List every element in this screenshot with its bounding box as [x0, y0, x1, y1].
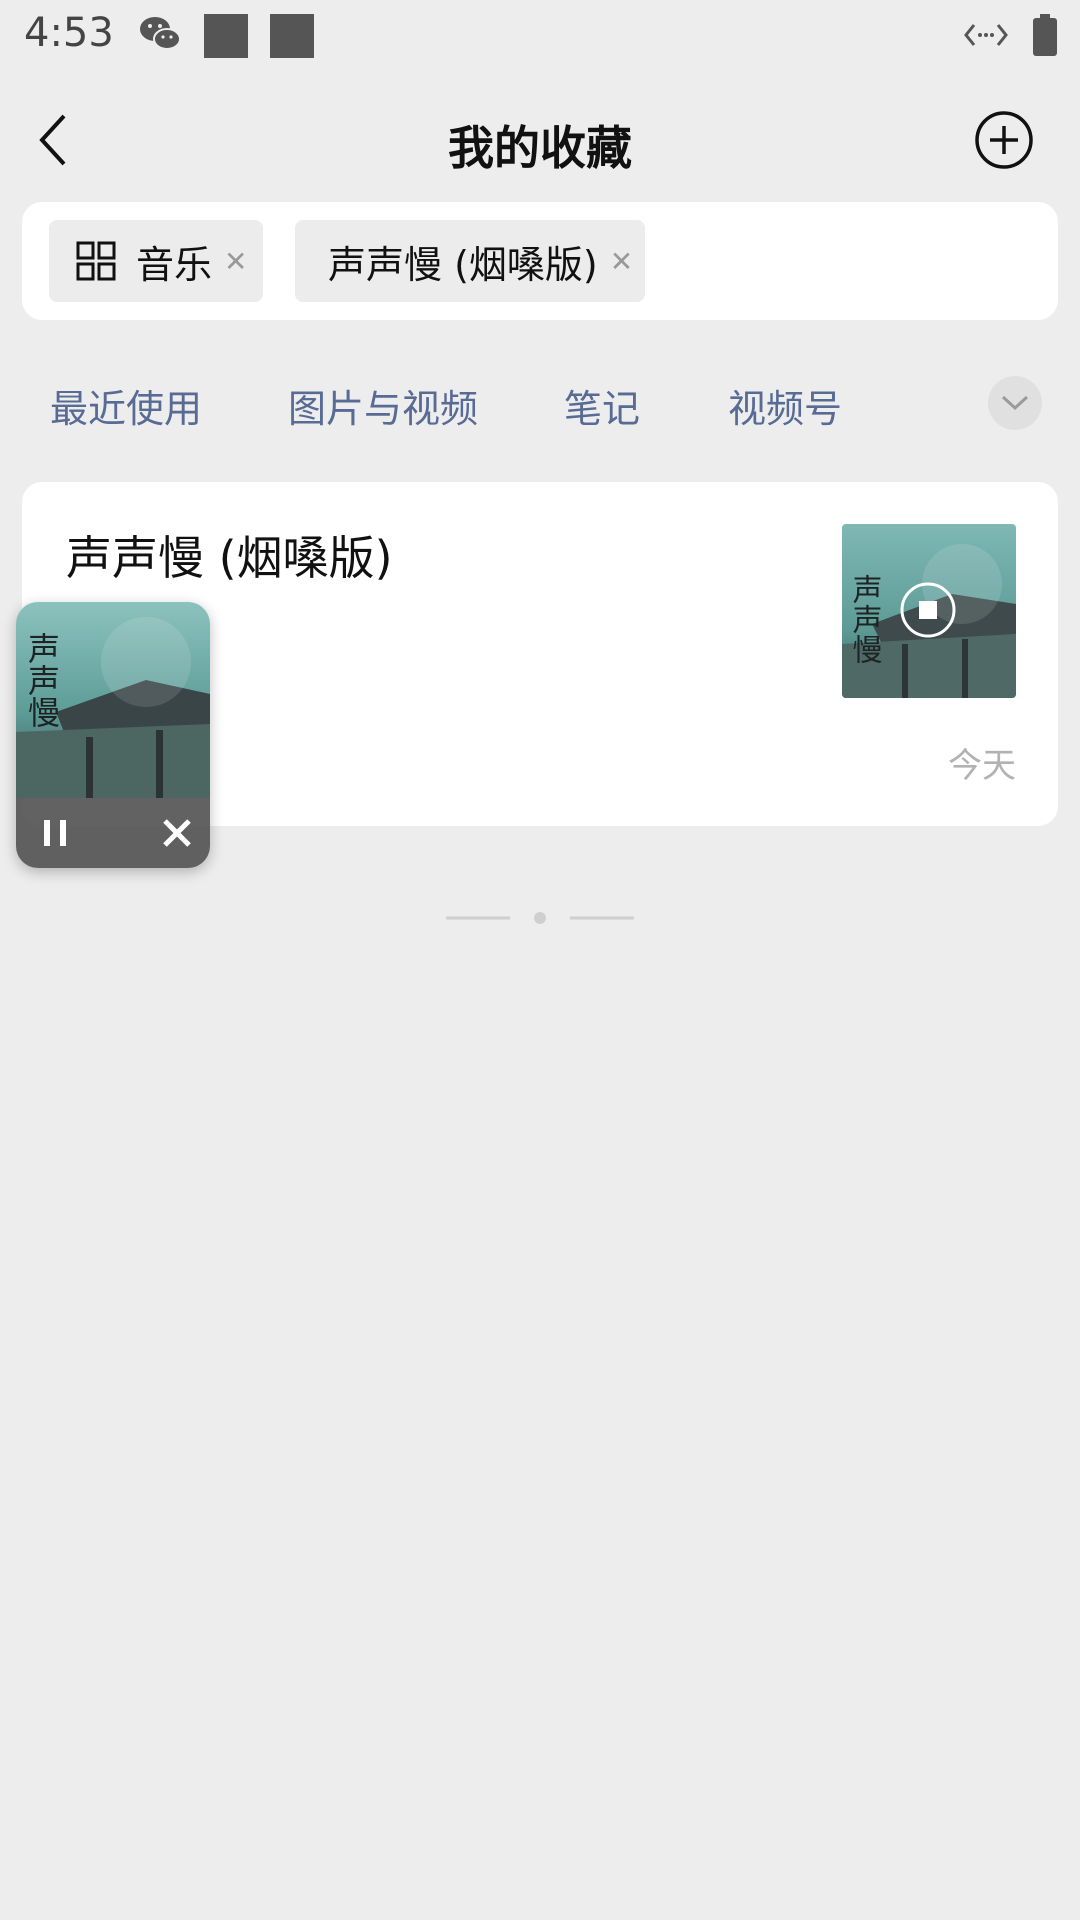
remove-filter-icon[interactable]: ✕ — [610, 245, 633, 278]
filter-chip-music[interactable]: 音乐 ✕ — [49, 220, 263, 302]
notification-square-icon — [270, 14, 314, 58]
remove-filter-icon[interactable]: ✕ — [224, 245, 247, 278]
tab-notes[interactable]: 笔记 — [564, 378, 640, 433]
more-tabs-button[interactable] — [988, 376, 1042, 430]
favorite-date: 今天 — [948, 746, 1016, 786]
status-time: 4:53 — [24, 10, 114, 56]
tab-images-videos[interactable]: 图片与视频 — [288, 378, 478, 433]
album-thumbnail[interactable]: 声声慢 — [842, 524, 1016, 698]
chip-label: 声声慢 (烟嗓版) — [328, 242, 598, 287]
chevron-down-icon — [1001, 395, 1029, 411]
filter-chip-song[interactable]: 声声慢 (烟嗓版) ✕ — [295, 220, 645, 302]
close-icon[interactable] — [160, 816, 194, 850]
mini-player-calligraphy: 声声慢 — [23, 632, 61, 728]
mini-player-controls — [16, 798, 210, 868]
mini-player-art: 声声慢 — [16, 602, 210, 798]
header: 我的收藏 — [0, 92, 1080, 188]
pause-icon[interactable] — [38, 816, 72, 850]
tab-recent[interactable]: 最近使用 — [50, 378, 202, 433]
favorite-title: 声声慢 (烟嗓版) — [66, 531, 393, 585]
tab-channels[interactable]: 视频号 — [728, 378, 842, 433]
battery-icon — [1033, 14, 1057, 56]
filter-bar: 音乐 ✕ 声声慢 (烟嗓版) ✕ — [22, 202, 1058, 320]
grid-icon — [76, 241, 116, 281]
stop-icon — [919, 601, 937, 619]
plus-circle-icon[interactable] — [974, 110, 1034, 170]
floating-mini-player[interactable]: 声声慢 — [16, 602, 210, 868]
page-title: 我的收藏 — [448, 121, 632, 175]
notification-square-icon — [204, 14, 248, 58]
code-icon — [964, 24, 1008, 46]
album-art: 声声慢 — [842, 524, 1016, 698]
category-tabs: 最近使用 图片与视频 笔记 视频号 — [0, 372, 1080, 436]
end-of-list-indicator — [446, 912, 634, 924]
album-calligraphy: 声声慢 — [847, 574, 883, 664]
wechat-icon — [140, 17, 181, 50]
chip-label: 音乐 — [136, 242, 213, 287]
status-bar: 4:53 — [0, 0, 1080, 72]
